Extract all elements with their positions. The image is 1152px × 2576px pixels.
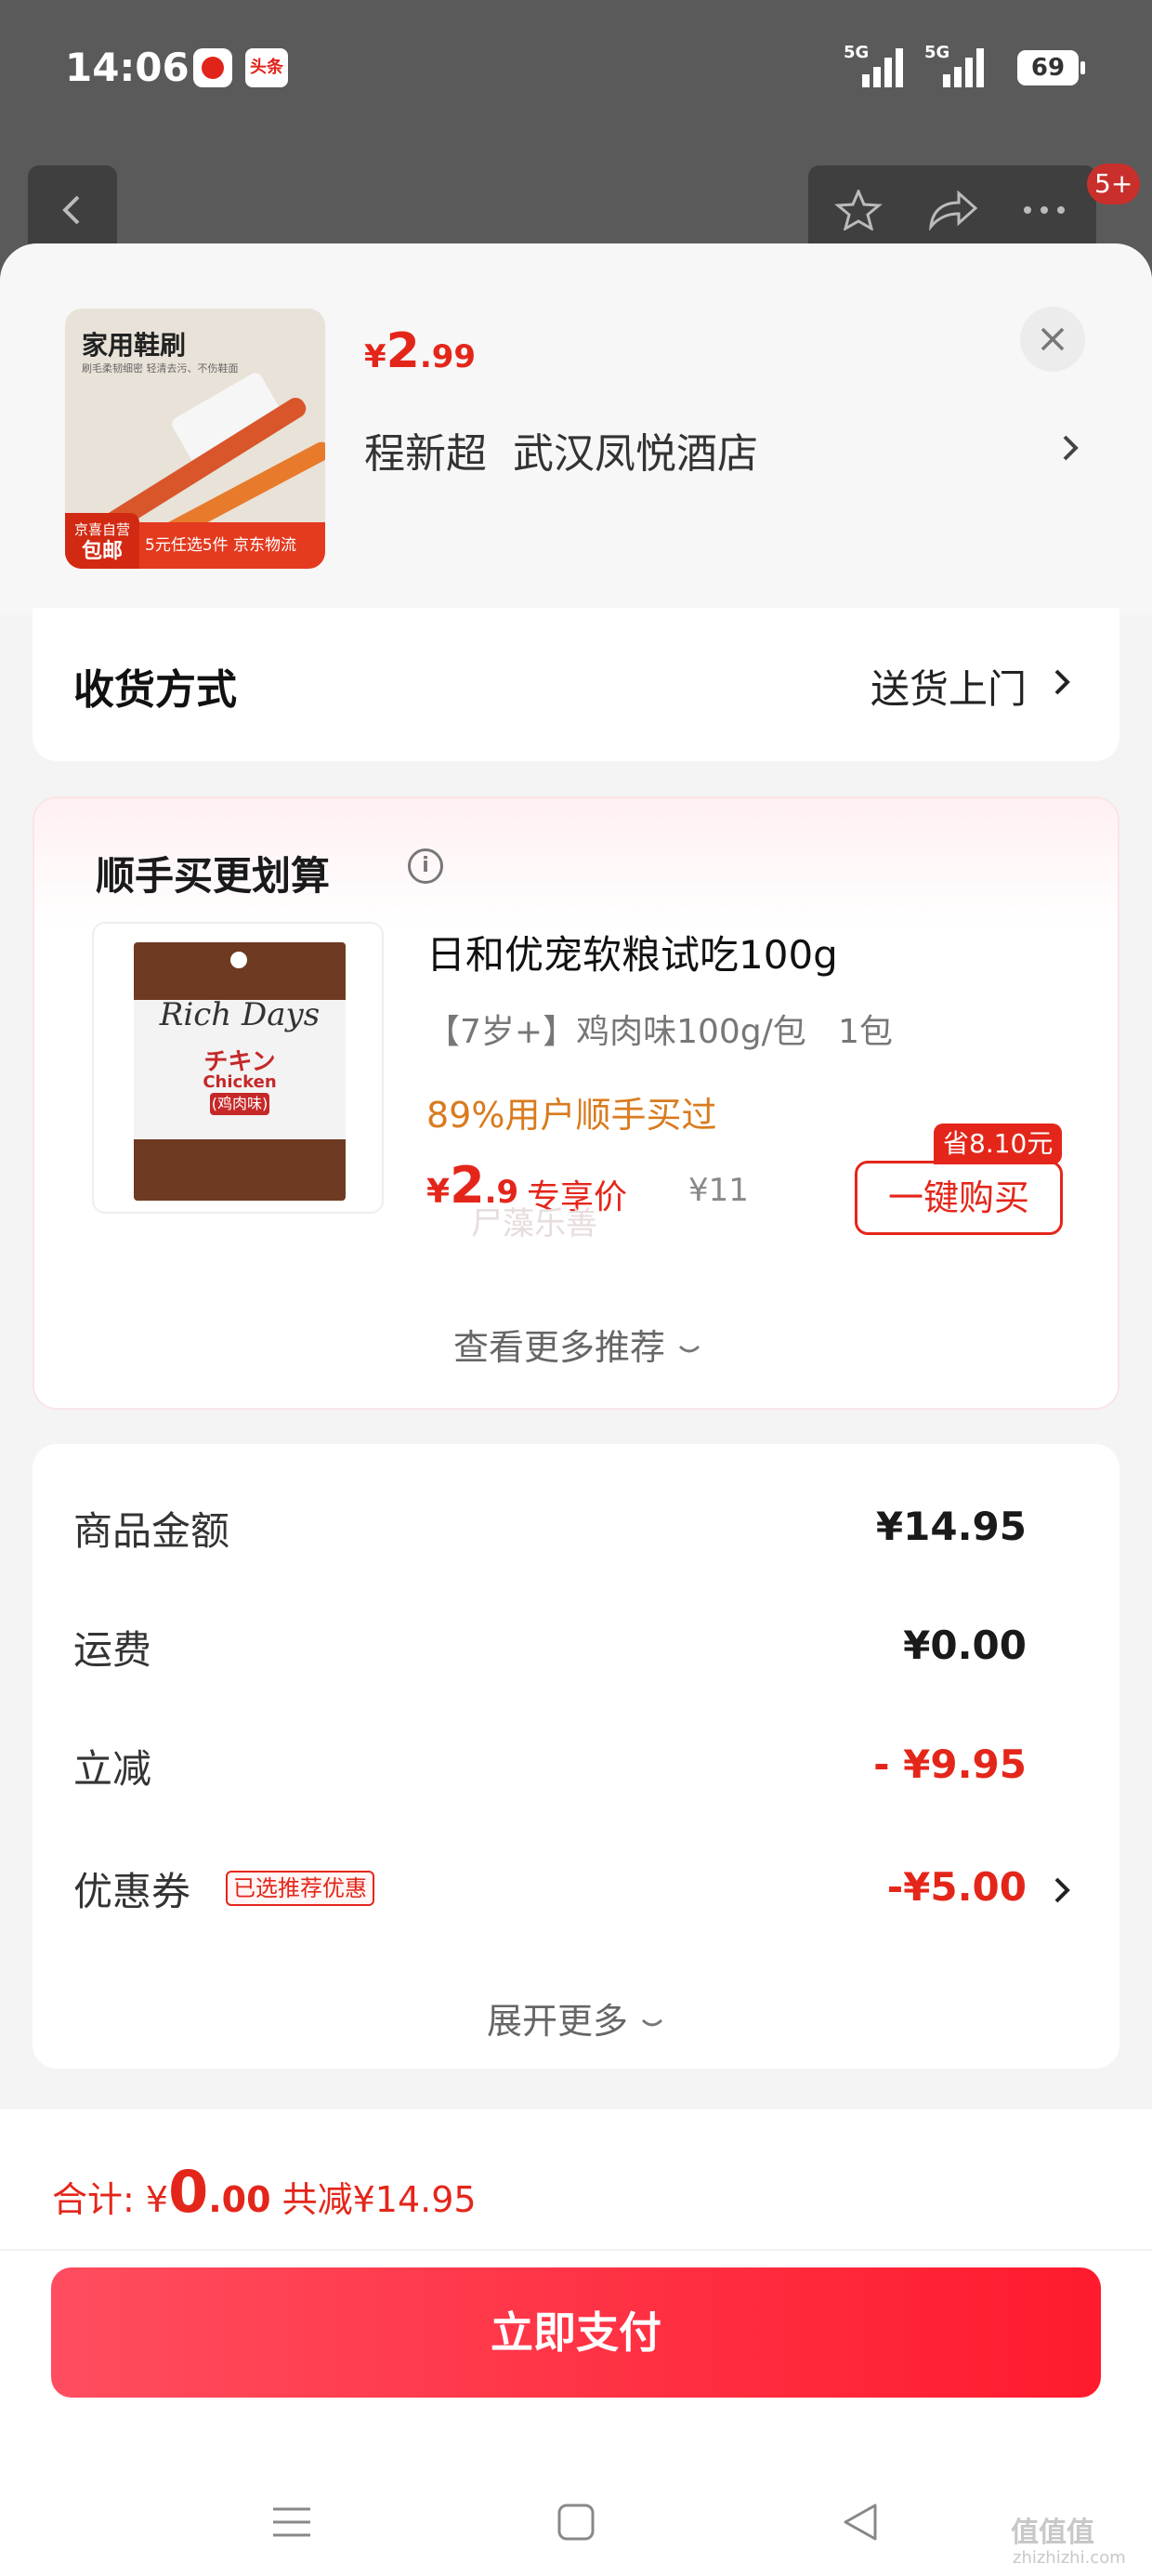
- delivery-address[interactable]: 程新超 武汉凤悦酒店: [364, 420, 758, 480]
- chevron-right-icon[interactable]: [1059, 431, 1081, 465]
- pet-food-package: Rich Days チキン Chicken (鸡肉味): [134, 942, 346, 1201]
- upsell-card: 顺手买更划算 i Rich Days チキン Chicken (鸡肉味) 日和优…: [33, 796, 1119, 1410]
- chevron-right-icon[interactable]: [1051, 1873, 1073, 1907]
- total-amount: 合计: ¥0.00 共减¥14.95: [52, 2158, 477, 2226]
- checkout-bar: 合计: ¥0.00 共减¥14.95 立即支付 值值值 zhizhizhi.co…: [0, 2109, 1152, 2576]
- home-icon[interactable]: [554, 2500, 598, 2544]
- site-watermark: 值值值: [1011, 2517, 1094, 2549]
- chevron-right-icon: [1054, 669, 1070, 695]
- product-header: 家用鞋刷 刷毛柔韧细密 轻清去污、不伤鞋面 5元任选5件 京东物流 京喜自营 包邮…: [0, 243, 1152, 615]
- chevron-down-icon: [678, 1345, 700, 1353]
- close-button[interactable]: [1020, 307, 1085, 372]
- video-app-icon: [193, 48, 232, 87]
- shipping-value: ¥0.00: [903, 1623, 1027, 1668]
- status-bar: 14:06 头条 5G 5G 69: [0, 0, 1152, 139]
- one-click-buy-button[interactable]: 一键购买: [855, 1161, 1063, 1235]
- delivery-method-value: 送货上门: [870, 666, 1027, 712]
- expand-more-button[interactable]: 展开更多: [33, 1992, 1119, 2044]
- delivery-method-row[interactable]: 收货方式 送货上门: [33, 608, 1119, 761]
- product-price: ¥2.99: [364, 323, 477, 379]
- nav-actions: [808, 165, 1096, 255]
- toutiao-app-icon: 头条: [245, 48, 288, 87]
- battery-icon: 69: [1017, 50, 1085, 85]
- discount-label: 立减: [73, 1746, 152, 1792]
- free-shipping-tag: 京喜自营 包邮: [65, 513, 139, 569]
- upsell-product-name[interactable]: 日和优宠软粮试吃100g: [426, 924, 838, 980]
- product-thumbnail[interactable]: 家用鞋刷 刷毛柔韧细密 轻清去污、不伤鞋面 5元任选5件 京东物流 京喜自营 包邮: [65, 309, 325, 569]
- menu-icon[interactable]: [269, 2500, 314, 2544]
- chevron-left-icon: [62, 195, 80, 225]
- savings-badge: 省8.10元: [934, 1124, 1063, 1164]
- original-price: ¥11: [688, 1172, 749, 1209]
- more-icon[interactable]: [1016, 190, 1072, 230]
- close-icon: [1041, 327, 1065, 351]
- status-time: 14:06: [65, 45, 190, 90]
- watermark-text: 尸藻乐善: [471, 1205, 597, 1242]
- signal-2-icon: 5G: [924, 43, 984, 87]
- notification-badge: 5+: [1087, 164, 1141, 204]
- upsell-users-percent: 89%用户顺手买过: [426, 1095, 717, 1136]
- info-icon[interactable]: i: [408, 848, 443, 884]
- subtotal-label: 商品金额: [73, 1508, 230, 1554]
- upsell-product-spec: 【7岁+】鸡肉味100g/包 1包: [426, 1013, 893, 1051]
- coupon-recommended-tag: 已选推荐优惠: [226, 1871, 374, 1906]
- upsell-product-image[interactable]: Rich Days チキン Chicken (鸡肉味): [92, 922, 384, 1214]
- coupon-label[interactable]: 优惠券: [73, 1860, 190, 1917]
- back-triangle-icon[interactable]: [838, 2500, 883, 2544]
- chevron-down-icon: [641, 2018, 663, 2027]
- delivery-method-label: 收货方式: [73, 666, 237, 714]
- star-icon[interactable]: [831, 190, 886, 230]
- divider: [0, 2249, 1152, 2251]
- signal-1-icon: 5G: [844, 43, 903, 87]
- share-icon[interactable]: [923, 190, 979, 230]
- pay-now-button[interactable]: 立即支付: [51, 2267, 1101, 2398]
- see-more-recommendations[interactable]: 查看更多推荐: [34, 1319, 1121, 1370]
- discount-value: - ¥9.95: [873, 1741, 1027, 1787]
- coupon-value[interactable]: -¥5.00: [887, 1864, 1027, 1910]
- order-summary-card: 商品金额 ¥14.95 运费 ¥0.00 立减 - ¥9.95 优惠券 已选推荐…: [33, 1444, 1119, 2069]
- shipping-label: 运费: [73, 1627, 152, 1673]
- subtotal-value: ¥14.95: [875, 1504, 1027, 1549]
- site-watermark-url: zhizhizhi.com: [1013, 2548, 1126, 2568]
- upsell-title: 顺手买更划算: [96, 853, 331, 899]
- checkout-sheet: 家用鞋刷 刷毛柔韧细密 轻清去污、不伤鞋面 5元任选5件 京东物流 京喜自营 包邮…: [0, 243, 1152, 2576]
- back-button[interactable]: [28, 165, 117, 255]
